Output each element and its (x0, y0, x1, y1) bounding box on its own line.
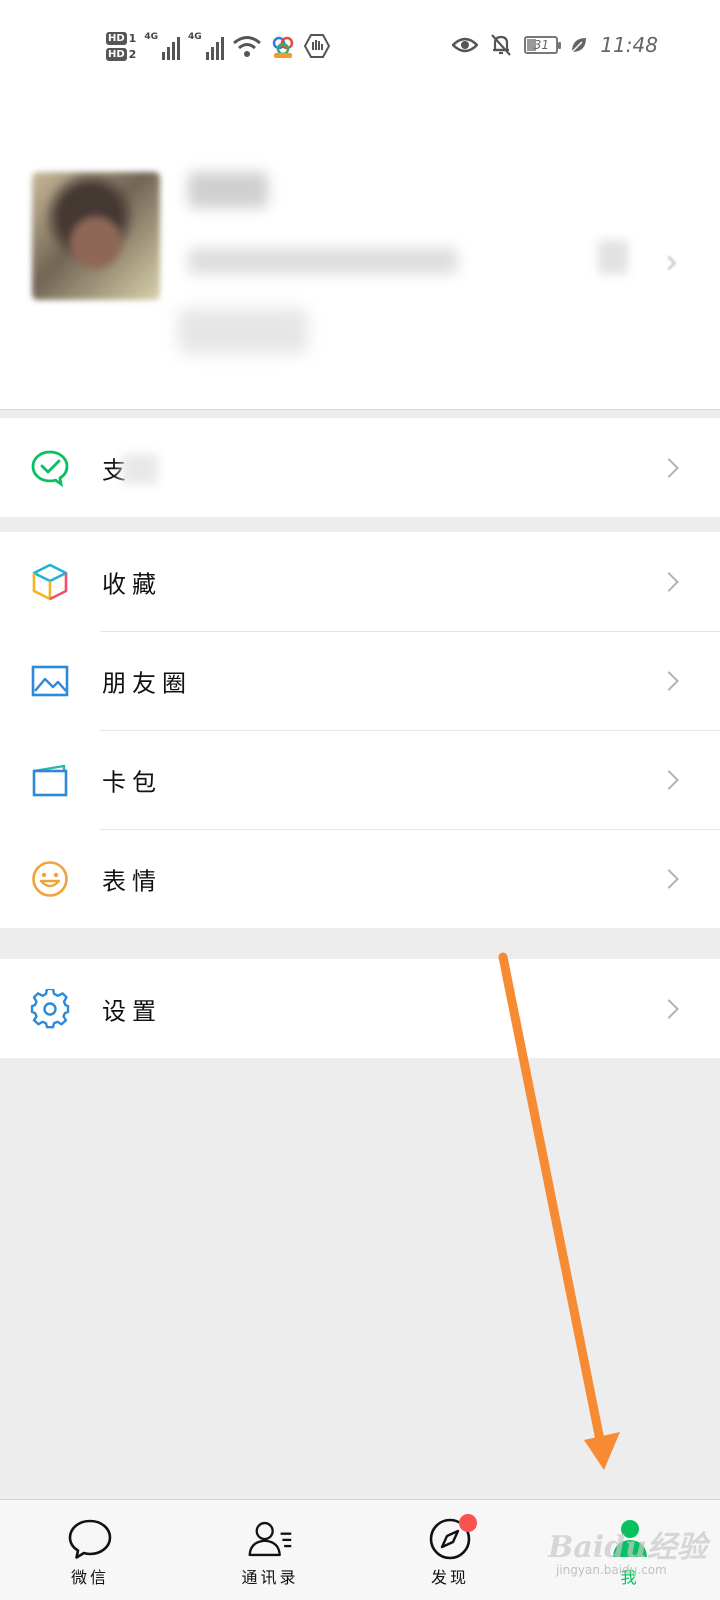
signal-strength-2-icon: 4G (188, 32, 224, 60)
menu-item-stickers[interactable]: 表情 (0, 829, 720, 928)
chevron-right-icon (659, 769, 679, 790)
status-bar-left: HD 1 HD 2 4G 4G (106, 26, 330, 66)
profile-header[interactable] (0, 90, 720, 410)
status-time: 11:48 (600, 33, 658, 57)
battery-level: 31 (533, 38, 549, 52)
menu-item-cards[interactable]: 卡包 (0, 730, 720, 829)
menu-item-moments[interactable]: 朋友圈 (0, 631, 720, 730)
wechat-pay-icon (30, 448, 70, 488)
card-wallet-icon (30, 760, 70, 800)
hd1-indicator: HD 1 (106, 31, 137, 45)
chat-bubble-icon (67, 1516, 113, 1562)
wifi-icon (232, 36, 261, 57)
profile-name-redacted (188, 172, 268, 208)
menu-group-settings: 设置 (0, 959, 720, 1058)
favorites-cube-icon (30, 562, 70, 602)
menu-item-settings[interactable]: 设置 (0, 959, 720, 1058)
leaf-icon (571, 38, 587, 53)
profile-status-redacted[interactable] (178, 308, 308, 354)
profile-chevron-icon (661, 255, 677, 271)
gear-icon (30, 988, 70, 1029)
menu-group-pay: 支 (0, 418, 720, 517)
tab-contacts[interactable]: 通讯录 (180, 1500, 360, 1600)
qr-code-icon[interactable] (598, 240, 628, 274)
compass-icon (427, 1514, 477, 1562)
bell-muted-icon (491, 34, 512, 56)
chevron-right-icon (659, 868, 679, 889)
baidu-watermark-url: jingyan.baidu.com (556, 1563, 667, 1577)
chevron-right-icon (659, 670, 679, 691)
profile-id-redacted (188, 248, 458, 274)
menu-item-pay[interactable]: 支 (0, 418, 720, 517)
chevron-right-icon (659, 571, 679, 592)
menu-item-settings-label: 设置 (102, 997, 162, 1025)
hd2-indicator: HD 2 (106, 47, 137, 61)
cloud-app-icon (272, 36, 293, 58)
hd-indicators: HD 1 HD 2 (106, 31, 137, 61)
menu-item-favorites[interactable]: 收藏 (0, 532, 720, 631)
tab-contacts-label: 通讯录 (241, 1568, 299, 1587)
tab-discover-label: 发现 (430, 1568, 469, 1587)
menu-group-main: 收藏 朋友圈 卡包 表情 (0, 532, 720, 928)
status-bar: HD 1 HD 2 4G 4G 31 11:48 (0, 0, 720, 90)
chevron-right-icon (659, 998, 679, 1019)
moments-picture-icon (30, 661, 70, 701)
tab-discover[interactable]: 发现 (360, 1500, 540, 1600)
status-bar-right: 31 11:48 (452, 30, 658, 60)
menu-item-stickers-label: 表情 (102, 867, 162, 895)
tab-chats[interactable]: 微信 (0, 1500, 180, 1600)
menu-item-cards-label: 卡包 (102, 768, 162, 796)
menu-item-moments-label: 朋友圈 (102, 669, 192, 697)
signal-strength-icon: 4G (144, 32, 180, 60)
hand-shield-icon (303, 34, 330, 58)
pay-label-redaction (122, 454, 158, 484)
contacts-person-icon (247, 1516, 293, 1562)
smiley-icon (30, 859, 70, 899)
baidu-watermark: Baidu经验 (548, 1530, 707, 1565)
menu-item-favorites-label: 收藏 (102, 570, 162, 598)
tab-chats-label: 微信 (70, 1568, 109, 1587)
discover-badge-dot (459, 1514, 477, 1532)
chevron-right-icon (659, 457, 679, 478)
avatar[interactable] (32, 172, 160, 300)
battery-icon: 31 (524, 36, 562, 54)
eye-comfort-icon (452, 37, 479, 53)
